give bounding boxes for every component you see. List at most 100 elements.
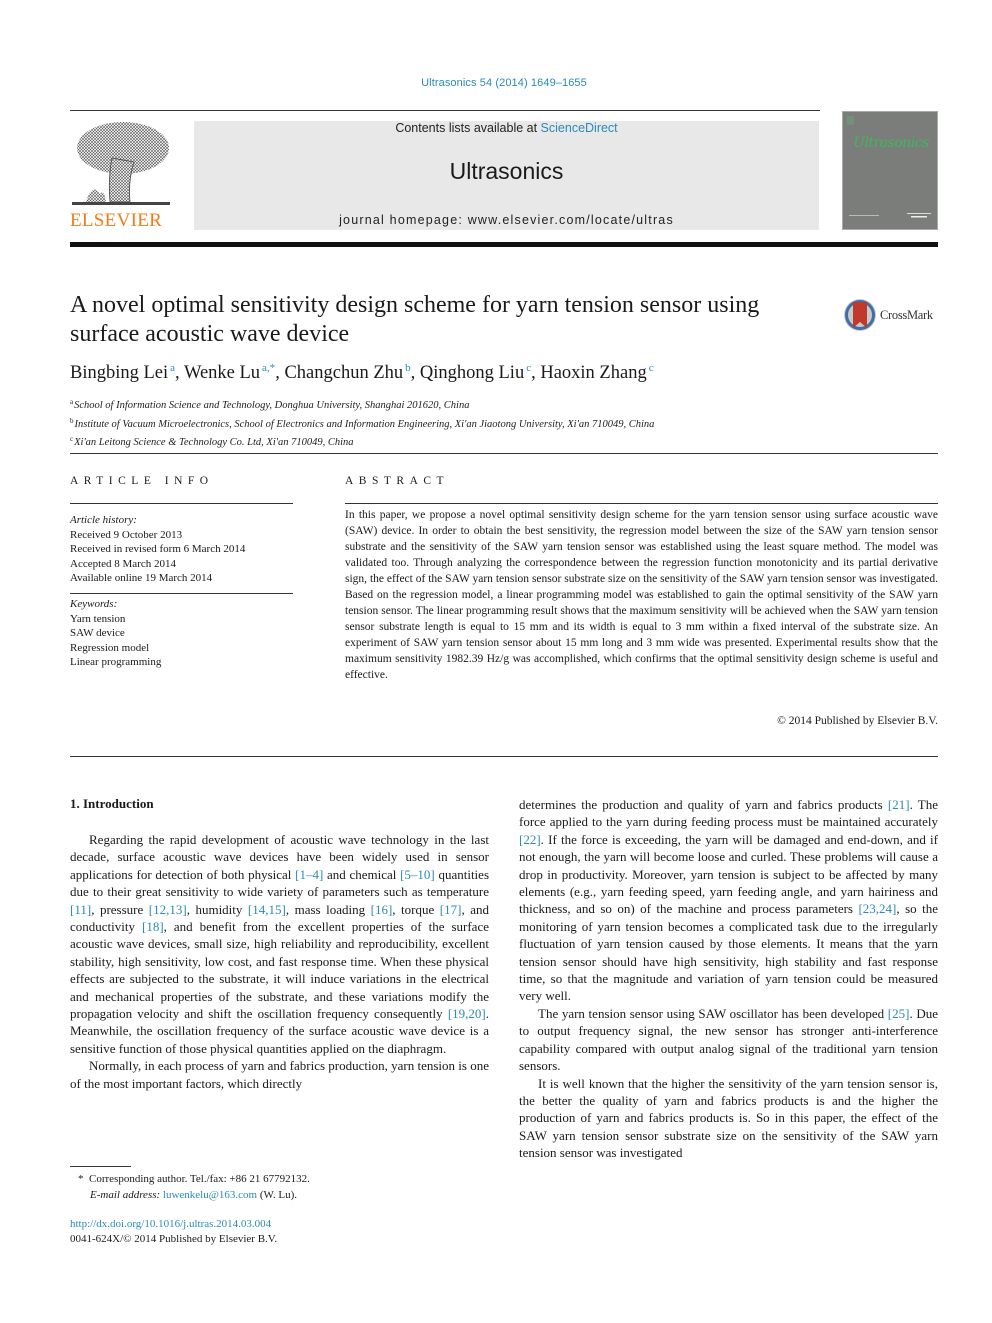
citation-link[interactable]: [22] [519,832,541,847]
author-affiliation-mark[interactable]: c [649,362,654,374]
header-thick-rule [70,242,938,247]
section-heading-introduction: 1. Introduction [70,796,154,811]
article-info-rule [70,503,293,504]
paragraph-text: It is well known that the higher the sen… [519,1075,938,1161]
article-history: Article history: Received 9 October 2013… [70,513,245,586]
affiliation-key: b [70,416,74,425]
footnote-line: * Corresponding author. Tel./fax: +86 21… [78,1171,310,1187]
affiliations: aSchool of Information Science and Techn… [70,395,654,451]
affiliation-text: Institute of Vacuum Microelectronics, Sc… [74,418,655,430]
body-column-left: Regarding the rapid development of acous… [70,831,489,1092]
author-name: Bingbing Lei [70,363,169,383]
citation-link[interactable]: [21] [888,797,910,812]
citation-link[interactable]: [17] [440,902,462,917]
article-history-label: Article history: [70,514,137,526]
paragraph-text: , humidity [186,901,248,917]
sciencedirect-link[interactable]: ScienceDirect [541,121,618,135]
journal-homepage-line: journal homepage: www.elsevier.com/locat… [194,213,819,227]
author-name: Haoxin Zhang [540,363,647,383]
cover-footer-line [911,216,927,218]
history-entry: Available online 19 March 2014 [70,572,213,584]
corresponding-author-footnote: * Corresponding author. Tel./fax: +86 21… [78,1171,310,1203]
history-entry: Received 9 October 2013 [70,528,183,541]
citation-link[interactable]: [14,15] [248,902,286,917]
citation-link[interactable]: [23,24] [858,901,896,916]
footnote-rule [70,1166,131,1167]
keyword: Yarn tension [70,612,126,625]
paragraph-text: The yarn tension sensor using SAW oscill… [538,1005,888,1021]
author[interactable]: Bingbing Lei a [70,362,175,383]
author[interactable]: Haoxin Zhang c [540,362,654,383]
history-entry: Received in revised form 6 March 2014 [70,543,246,555]
section-rule [70,453,938,454]
affiliation-key: c [70,435,74,443]
affiliation: bInstitute of Vacuum Microelectronics, S… [70,414,654,433]
affiliation-key: a [70,398,74,406]
citation-link[interactable]: [25] [888,1006,910,1021]
homepage-prefix: journal homepage: [339,213,468,227]
footnote-star: * [78,1173,84,1185]
journal-reference-link[interactable]: Ultrasonics 54 (2014) 1649–1655 [0,77,992,89]
citation-link[interactable]: [5–10] [400,867,435,882]
abstract-copyright: © 2014 Published by Elsevier B.V. [777,715,938,727]
paragraph-text: , so the monitoring of yarn tension beco… [519,901,938,1004]
abstract-rule [345,503,938,504]
cover-title: Ultrasonics [853,135,929,151]
cover-publisher-mark [847,116,854,125]
paragraph-text: , mass loading [285,901,371,917]
crossmark-label: CrossMark [880,308,933,322]
citation-link[interactable]: [16] [371,902,393,917]
header-top-rule [70,110,820,111]
journal-name: Ultrasonics [449,158,564,184]
paragraph-text: , and benefit from the excellent propert… [70,919,489,1022]
doi-block: http://dx.doi.org/10.1016/j.ultras.2014.… [70,1217,277,1247]
paragraph-text: , pressure [91,901,149,917]
contents-prefix: Contents lists available at [395,121,541,135]
author-name: Wenke Lu [183,363,261,383]
author[interactable]: Qinghong Liu c [419,362,531,383]
citation-link[interactable]: [1–4] [295,867,323,882]
body-paragraph: The yarn tension sensor using SAW oscill… [519,1005,938,1075]
body-paragraph: determines the production and quality of… [519,796,938,1005]
abstract-heading: ABSTRACT [345,475,450,487]
body-paragraph: Normally, in each process of yarn and fa… [70,1057,489,1092]
article-info-rule [70,593,293,594]
homepage-url[interactable]: www.elsevier.com/locate/ultras [468,213,674,227]
affiliation: cXi'an Leitong Science & Technology Co. … [70,432,654,451]
affiliation-text: Xi'an Leitong Science & Technology Co. L… [74,437,354,448]
citation-link[interactable]: [18] [142,919,164,934]
author-list: Bingbing Lei a, Wenke Lu a,*, Changchun Zh… [70,362,654,383]
author-affiliation-mark[interactable]: c [526,362,531,374]
email-label: E-mail address: [90,1189,161,1201]
author[interactable]: Wenke Lu a,* [183,362,275,383]
author-affiliation-mark[interactable]: a [170,362,175,374]
body-column-right: determines the production and quality of… [519,796,938,1162]
article-title: A novel optimal sensitivity design schem… [70,292,760,347]
author-affiliation-mark[interactable]: b [405,362,411,374]
doi-link[interactable]: http://dx.doi.org/10.1016/j.ultras.2014.… [70,1217,277,1232]
issn-copyright: 0041-624X/© 2014 Published by Elsevier B… [70,1233,278,1245]
elsevier-wordmark: ELSEVIER [70,210,163,231]
keyword: Regression model [70,641,150,654]
keywords: Keywords: Yarn tension SAW device Regres… [70,597,161,670]
affiliation-text: School of Information Science and Techno… [74,400,470,411]
author-name: Qinghong Liu [419,363,525,383]
keyword: SAW device [70,627,125,639]
body-paragraph: It is well known that the higher the sen… [519,1075,938,1162]
citation-link[interactable]: [11] [70,902,91,917]
paragraph-text: determines the production and quality of… [519,797,888,812]
crossmark-icon [844,299,876,331]
author[interactable]: Changchun Zhu b [284,362,411,383]
paragraph-text: and chemical [323,866,401,882]
keyword: Linear programming [70,656,162,668]
history-entry: Accepted 8 March 2014 [70,557,176,570]
email-link[interactable]: luwenkelu@163.com [163,1189,257,1201]
cover-footer-line [907,213,931,214]
section-rule [70,756,938,757]
citation-link[interactable]: [19,20] [448,1006,486,1021]
citation-link[interactable]: [12,13] [149,902,187,917]
journal-cover-thumbnail[interactable] [842,111,938,230]
author-affiliation-mark[interactable]: a,* [262,362,275,374]
author-name: Changchun Zhu [284,363,404,383]
keywords-label: Keywords: [70,598,118,610]
